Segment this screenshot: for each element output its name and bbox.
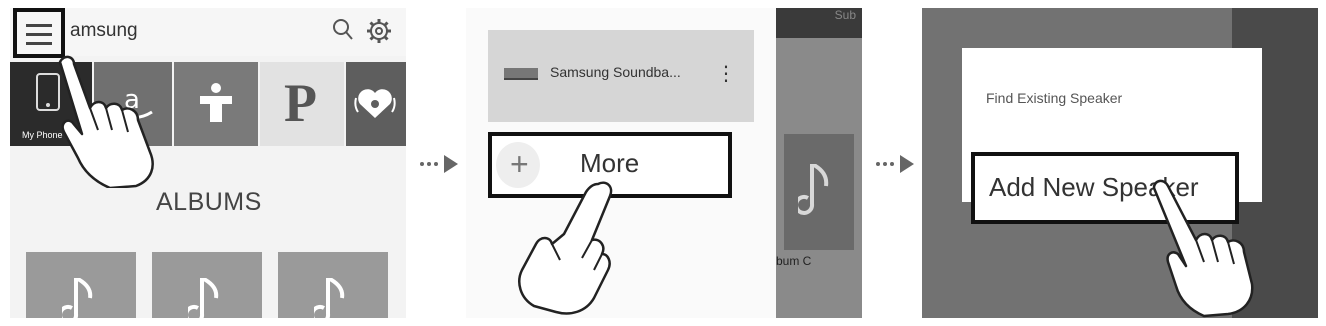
- background-screen: Sub bum C: [774, 8, 862, 318]
- music-note-icon: [798, 164, 829, 215]
- music-note-icon: [314, 278, 345, 318]
- pointing-hand-icon: [58, 55, 154, 188]
- speaker-list-screen: Sub bum C Samsung Soundba... ⋮ + More: [466, 8, 862, 318]
- speaker-name: Samsung Soundba...: [550, 64, 681, 80]
- more-options-icon[interactable]: ⋮: [716, 64, 736, 84]
- tunein-logo-icon: [200, 83, 232, 122]
- album-tile[interactable]: [26, 252, 136, 318]
- music-note-icon: [188, 278, 219, 318]
- more-label: More: [580, 148, 640, 178]
- background-top-bar: Sub: [774, 8, 862, 38]
- background-album-label: bum C: [776, 254, 812, 268]
- pointing-hand-icon: [518, 181, 613, 315]
- background-top-text: Sub: [834, 8, 856, 22]
- background-album-tile: [784, 134, 854, 250]
- album-tile[interactable]: [152, 252, 262, 318]
- soundbar-icon: [504, 68, 538, 80]
- speaker-row[interactable]: Samsung Soundba... ⋮: [488, 30, 754, 122]
- albums-section-title: ALBUMS: [156, 188, 262, 216]
- find-existing-speaker-option[interactable]: Find Existing Speaker: [986, 90, 1122, 106]
- search-icon[interactable]: [332, 18, 354, 42]
- app-home-screen: amsung My Phone a P ALBUMS: [10, 8, 406, 318]
- source-tile-iheart[interactable]: [346, 62, 406, 146]
- gear-icon[interactable]: [366, 18, 392, 44]
- step-arrow-icon: [874, 152, 918, 180]
- step-arrow-icon: [418, 152, 462, 180]
- app-title: amsung: [70, 20, 138, 41]
- iheart-logo-icon: [354, 89, 396, 118]
- source-tile-tunein[interactable]: [174, 62, 258, 146]
- pointing-hand-icon: [1152, 179, 1254, 318]
- source-tile-pandora[interactable]: P: [260, 62, 344, 146]
- album-tile[interactable]: [278, 252, 388, 318]
- add-speaker-screen: Find Existing Speaker Add New Speaker: [922, 8, 1318, 318]
- pandora-logo-icon: P: [284, 73, 317, 133]
- music-note-icon: [62, 278, 93, 318]
